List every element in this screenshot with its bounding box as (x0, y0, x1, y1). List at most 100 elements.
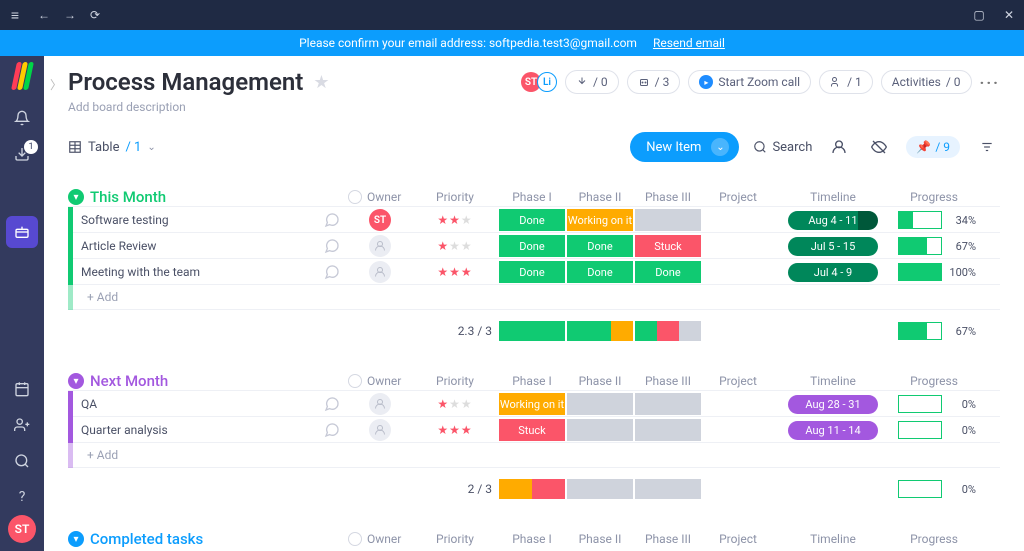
app-logo-icon[interactable] (14, 62, 31, 90)
status-cell[interactable] (635, 209, 701, 231)
status-cell[interactable]: Done (499, 235, 565, 257)
chat-icon[interactable] (324, 422, 340, 438)
priority-cell[interactable]: ★★★ (412, 423, 498, 437)
activities-pill[interactable]: Activities / 0 (881, 70, 972, 94)
owner-cell[interactable] (348, 393, 412, 415)
progress-cell[interactable]: 67% (892, 237, 976, 255)
owner-cell[interactable]: ST (348, 209, 412, 231)
help-icon[interactable]: ? (0, 479, 44, 515)
column-owner[interactable]: Owner (348, 374, 412, 388)
status-cell[interactable] (567, 393, 633, 415)
column-progress[interactable]: Progress (892, 190, 976, 204)
owner-cell[interactable] (348, 261, 412, 283)
column-owner[interactable]: Owner (348, 532, 412, 546)
owner-cell[interactable] (348, 235, 412, 257)
timeline-cell[interactable]: Aug 11 - 14 (774, 421, 892, 440)
add-item-row[interactable]: + Add (68, 284, 1000, 310)
chat-icon[interactable] (324, 212, 340, 228)
column-phase2[interactable]: Phase II (566, 532, 634, 546)
inbox-icon[interactable]: 1 (0, 136, 44, 172)
sort-icon[interactable] (974, 134, 1000, 160)
item-name[interactable]: Quarter analysis (81, 423, 316, 437)
status-cell[interactable]: Stuck (635, 235, 701, 257)
table-row[interactable]: Meeting with the team★★★DoneDoneDoneJul … (68, 258, 1000, 284)
close-icon[interactable]: ✕ (994, 8, 1024, 22)
item-name[interactable]: Software testing (81, 213, 316, 227)
add-item-row[interactable]: + Add (68, 442, 1000, 468)
hide-icon[interactable] (866, 134, 892, 160)
status-cell[interactable]: Working on it (567, 209, 633, 231)
priority-cell[interactable]: ★★★ (412, 397, 498, 411)
more-options-icon[interactable]: ··· (980, 73, 1000, 92)
progress-cell[interactable]: 0% (892, 421, 976, 439)
chat-icon[interactable] (324, 264, 340, 280)
chevron-down-icon[interactable]: ⌄ (711, 138, 729, 156)
timeline-cell[interactable]: Jul 4 - 9 (774, 263, 892, 282)
back-icon[interactable]: ← (38, 8, 50, 22)
priority-cell[interactable]: ★★★ (412, 265, 498, 279)
column-project[interactable]: Project (702, 532, 774, 546)
hamburger-icon[interactable]: ≡ (0, 7, 30, 24)
search-button[interactable]: Search (753, 140, 812, 155)
progress-cell[interactable]: 0% (892, 395, 976, 413)
automations-pill[interactable]: / 3 (627, 70, 681, 94)
table-row[interactable]: Software testingST★★★DoneWorking on itAu… (68, 206, 1000, 232)
column-phase1[interactable]: Phase I (498, 532, 566, 546)
group-title[interactable]: Next Month (90, 372, 168, 390)
item-name[interactable]: Meeting with the team (81, 265, 316, 279)
invite-icon[interactable] (0, 407, 44, 443)
column-priority[interactable]: Priority (412, 532, 498, 546)
calendar-icon[interactable] (0, 371, 44, 407)
progress-cell[interactable]: 34% (892, 211, 976, 229)
column-priority[interactable]: Priority (412, 190, 498, 204)
reload-icon[interactable]: ⟳ (90, 8, 100, 22)
pinned-pill[interactable]: 📌 / 9 (906, 136, 960, 158)
group-collapse-icon[interactable]: ▾ (68, 531, 84, 547)
apps-icon[interactable] (6, 216, 38, 248)
column-phase1[interactable]: Phase I (498, 374, 566, 388)
status-cell[interactable]: Done (499, 209, 565, 231)
column-progress[interactable]: Progress (892, 374, 976, 388)
notifications-icon[interactable] (0, 100, 44, 136)
column-phase2[interactable]: Phase II (566, 374, 634, 388)
status-cell[interactable] (567, 419, 633, 441)
column-phase3[interactable]: Phase III (634, 190, 702, 204)
person-filter-icon[interactable] (826, 134, 852, 160)
new-item-button[interactable]: New Item ⌄ (630, 132, 739, 162)
board-title[interactable]: Process Management (68, 68, 303, 96)
column-project[interactable]: Project (702, 190, 774, 204)
status-cell[interactable]: Done (567, 261, 633, 283)
status-cell[interactable] (635, 419, 701, 441)
column-owner[interactable]: Owner (348, 190, 412, 204)
column-progress[interactable]: Progress (892, 532, 976, 546)
timeline-cell[interactable]: Jul 5 - 15 (774, 237, 892, 256)
search-icon[interactable] (0, 443, 44, 479)
collapse-handle-icon[interactable]: 〉 (50, 76, 62, 93)
status-cell[interactable]: Stuck (499, 419, 565, 441)
status-cell[interactable]: Working on it (499, 393, 565, 415)
resend-email-link[interactable]: Resend email (653, 36, 725, 50)
progress-cell[interactable]: 100% (892, 263, 976, 281)
chat-icon[interactable] (324, 238, 340, 254)
owner-cell[interactable] (348, 419, 412, 441)
column-timeline[interactable]: Timeline (774, 190, 892, 204)
group-collapse-icon[interactable]: ▾ (68, 373, 84, 389)
column-project[interactable]: Project (702, 374, 774, 388)
column-timeline[interactable]: Timeline (774, 374, 892, 388)
column-phase3[interactable]: Phase III (634, 532, 702, 546)
maximize-icon[interactable]: ▢ (964, 8, 994, 22)
priority-cell[interactable]: ★★★ (412, 239, 498, 253)
zoom-button[interactable]: ▸ Start Zoom call (688, 70, 811, 94)
board-description[interactable]: Add board description (68, 100, 1000, 114)
priority-cell[interactable]: ★★★ (412, 213, 498, 227)
forward-icon[interactable]: → (64, 8, 76, 22)
table-row[interactable]: Quarter analysis ★★★Stuck Aug 11 - 140% (68, 416, 1000, 442)
status-cell[interactable]: Done (567, 235, 633, 257)
column-timeline[interactable]: Timeline (774, 532, 892, 546)
user-avatar[interactable]: ST (8, 515, 36, 543)
item-name[interactable]: Article Review (81, 239, 316, 253)
column-phase3[interactable]: Phase III (634, 374, 702, 388)
status-cell[interactable]: Done (635, 261, 701, 283)
favorite-star-icon[interactable]: ★ (313, 72, 329, 93)
view-selector[interactable]: Table / 1 ⌄ (68, 140, 156, 155)
